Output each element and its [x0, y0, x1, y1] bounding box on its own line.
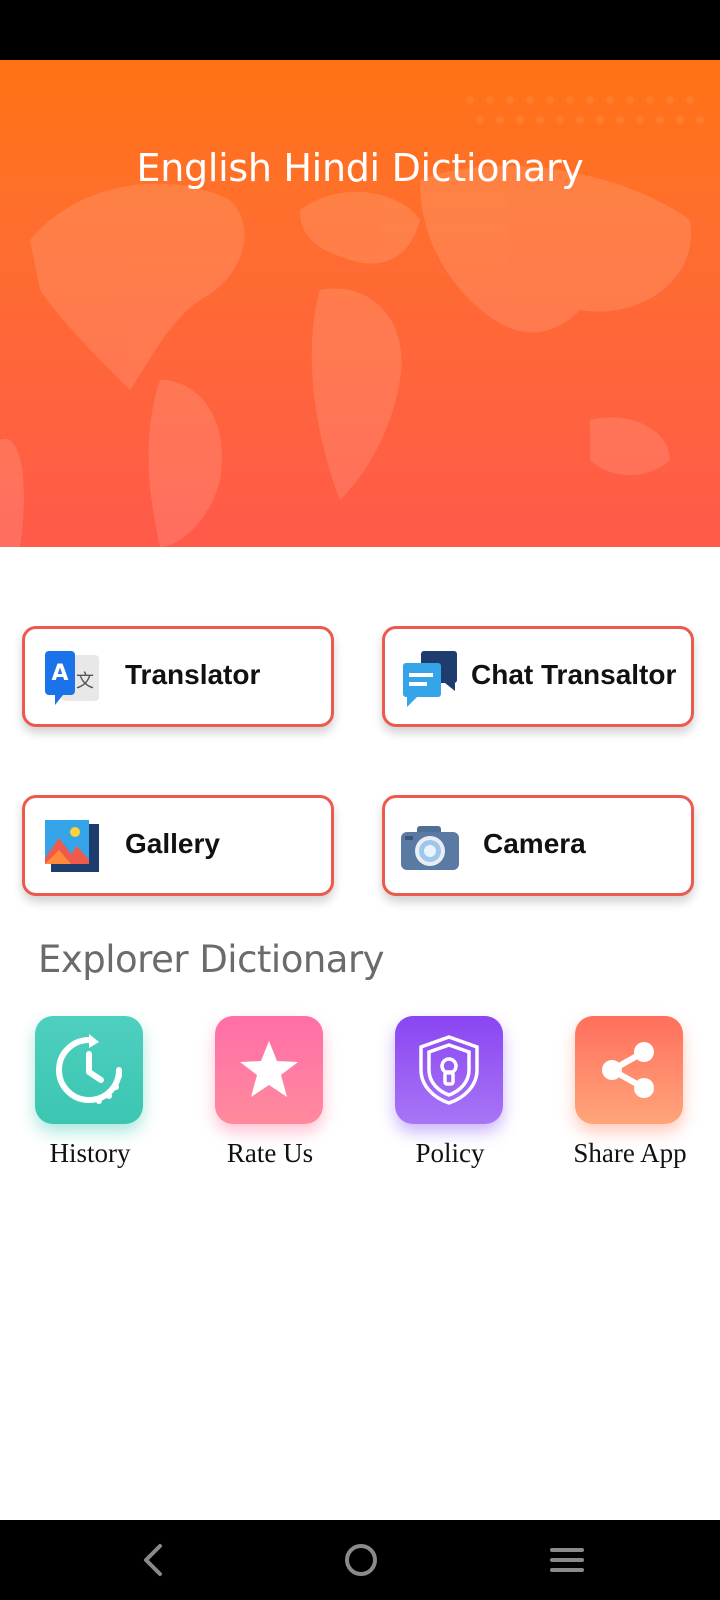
- gallery-label: Gallery: [125, 828, 220, 859]
- share-app-label: Share App: [573, 1138, 687, 1168]
- camera-icon: [401, 826, 459, 870]
- history-button[interactable]: [35, 1016, 143, 1124]
- back-icon: [144, 1544, 162, 1576]
- status-bar: [0, 0, 720, 60]
- translator-button[interactable]: A 文 Translator: [22, 626, 334, 727]
- star-icon: [240, 1041, 298, 1097]
- rate-us-button[interactable]: [215, 1016, 323, 1124]
- share-app-button[interactable]: [575, 1016, 683, 1124]
- chat-icon: [403, 651, 457, 707]
- section-title: Explorer Dictionary: [38, 938, 385, 981]
- menu-icon: [550, 1548, 584, 1572]
- rate-us-label: Rate Us: [226, 1138, 314, 1168]
- gallery-button[interactable]: Gallery: [22, 795, 334, 896]
- menu-button[interactable]: [532, 1530, 602, 1590]
- share-icon: [602, 1042, 654, 1098]
- history-label: History: [49, 1138, 131, 1168]
- navigation-bar: [0, 1520, 720, 1600]
- header-banner: English Hindi Dictionary: [0, 60, 720, 547]
- home-icon: [345, 1544, 377, 1576]
- camera-button[interactable]: Camera: [382, 795, 694, 896]
- camera-label: Camera: [483, 828, 586, 859]
- chat-translator-label: Chat Transaltor: [471, 659, 677, 690]
- policy-button[interactable]: [395, 1016, 503, 1124]
- policy-label: Policy: [415, 1138, 485, 1168]
- shield-lock-icon: [419, 1035, 479, 1105]
- gallery-icon: [45, 820, 99, 872]
- world-map-background: [0, 96, 704, 547]
- translator-label: Translator: [125, 659, 261, 690]
- chat-translator-button[interactable]: Chat Transaltor: [382, 626, 694, 727]
- svg-text:文: 文: [76, 671, 94, 692]
- home-button[interactable]: [326, 1530, 396, 1590]
- back-button[interactable]: [118, 1530, 188, 1590]
- history-icon: [56, 1034, 122, 1104]
- svg-text:A: A: [51, 661, 68, 686]
- app-title: English Hindi Dictionary: [136, 146, 584, 190]
- translate-icon: A 文: [45, 651, 99, 705]
